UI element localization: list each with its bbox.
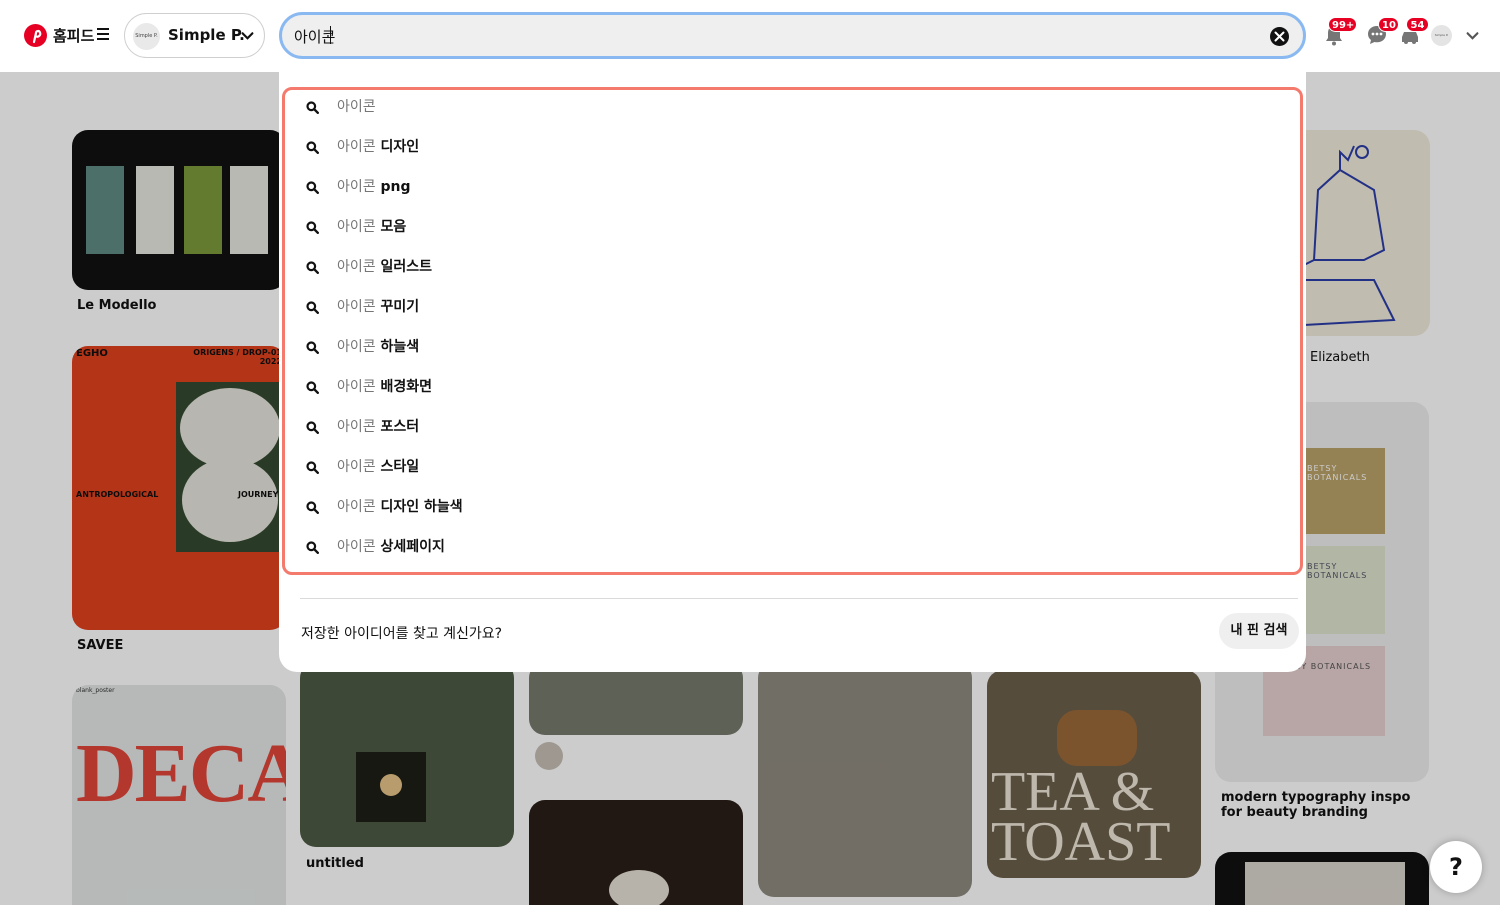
suggestion-item[interactable]: 아이콘 포스터 <box>279 407 1294 447</box>
saved-ideas-prompt: 저장한 아이디어를 찾고 계신가요? <box>301 626 503 642</box>
suggestion-text: 아이콘 상세페이지 <box>337 536 445 556</box>
suggestion-item[interactable]: 아이콘 하늘색 <box>279 327 1294 367</box>
suggestion-completion: 디자인 하늘색 <box>375 499 463 515</box>
suggestion-item[interactable]: 아이콘 <box>279 87 1294 127</box>
suggestion-base: 아이콘 <box>337 299 376 315</box>
search-input[interactable]: 아이콘 <box>279 12 1306 59</box>
suggestion-base: 아이콘 <box>337 179 376 195</box>
suggestion-text: 아이콘 꾸미기 <box>337 296 419 316</box>
search-icon <box>306 421 319 434</box>
suggestion-item[interactable]: 아이콘 배경화면 <box>279 367 1294 407</box>
suggestion-item[interactable]: 아이콘 꾸미기 <box>279 287 1294 327</box>
suggestion-text: 아이콘 디자인 <box>337 136 419 156</box>
search-icon <box>306 141 319 154</box>
chevron-down-icon <box>241 32 254 40</box>
suggestion-text: 아이콘 일러스트 <box>337 256 432 276</box>
updates-badge: 54 <box>1406 17 1429 32</box>
suggestion-completion: 포스터 <box>375 419 420 435</box>
help-button[interactable]: ? <box>1430 841 1482 893</box>
suggestion-text: 아이콘 <box>337 96 376 116</box>
search-suggestions-dropdown: 아이콘 아이콘 디자인 아이콘 png 아이콘 모음 아이콘 일러스트 아이콘 꾸미기 아이… <box>279 72 1306 672</box>
notifications-badge: 99+ <box>1328 17 1357 32</box>
suggestion-completion: 디자인 <box>375 139 420 155</box>
suggestion-completion: png <box>375 179 411 195</box>
text-caret <box>330 26 331 44</box>
suggestion-completion: 모음 <box>375 219 407 235</box>
search-icon <box>306 541 319 554</box>
account-name: Simple P. <box>168 26 245 44</box>
search-icon <box>306 221 319 234</box>
account-avatar: Simple P. <box>133 23 160 50</box>
suggestion-completion: 일러스트 <box>375 259 433 275</box>
suggestion-text: 아이콘 디자인 하늘색 <box>337 496 463 516</box>
suggestion-text: 아이콘 배경화면 <box>337 376 432 396</box>
suggestion-base: 아이콘 <box>337 259 376 275</box>
suggestion-base: 아이콘 <box>337 219 376 235</box>
search-my-pins-button[interactable]: 내 핀 검색 <box>1219 613 1299 649</box>
suggestion-base: 아이콘 <box>337 459 376 475</box>
suggestion-item[interactable]: 아이콘 디자인 <box>279 127 1294 167</box>
messages-badge: 10 <box>1378 17 1399 32</box>
suggestion-completion: 꾸미기 <box>375 299 420 315</box>
suggestion-item[interactable]: 아이콘 스타일 <box>279 447 1294 487</box>
suggestion-item[interactable]: 아이콘 일러스트 <box>279 247 1294 287</box>
suggestion-completion: 하늘색 <box>375 339 420 355</box>
search-icon <box>306 381 319 394</box>
home-feed-label[interactable]: 홈피드 <box>53 25 94 46</box>
top-header: 홈피드 Simple P. Simple P. 아이콘 99+ 10 54 Si… <box>0 0 1500 72</box>
suggestion-base: 아이콘 <box>337 379 376 395</box>
avatar[interactable]: Simple P. <box>1431 25 1452 46</box>
suggestion-text: 아이콘 하늘색 <box>337 336 419 356</box>
suggestion-completion: 상세페이지 <box>375 539 445 555</box>
suggestion-text: 아이콘 포스터 <box>337 416 419 436</box>
suggestion-completion: 배경화면 <box>375 379 433 395</box>
suggestion-item[interactable]: 아이콘 png <box>279 167 1294 207</box>
account-switcher[interactable]: Simple P. Simple P. <box>124 13 265 58</box>
search-icon <box>306 341 319 354</box>
suggestion-text: 아이콘 모음 <box>337 216 406 236</box>
menu-icon[interactable] <box>97 28 109 40</box>
suggestion-base: 아이콘 <box>337 99 376 115</box>
search-icon <box>306 181 319 194</box>
search-icon <box>306 301 319 314</box>
search-icon <box>306 101 319 114</box>
suggestion-item[interactable]: 아이콘 모음 <box>279 207 1294 247</box>
suggestion-item[interactable]: 아이콘 상세페이지 <box>279 527 1294 567</box>
search-icon <box>306 261 319 274</box>
suggestion-text: 아이콘 스타일 <box>337 456 419 476</box>
suggestion-base: 아이콘 <box>337 499 376 515</box>
suggestion-base: 아이콘 <box>337 539 376 555</box>
suggestion-text: 아이콘 png <box>337 176 411 196</box>
suggestion-base: 아이콘 <box>337 139 376 155</box>
clear-search-icon[interactable] <box>1270 27 1289 46</box>
suggestion-item[interactable]: 아이콘 디자인 하늘색 <box>279 487 1294 527</box>
suggestion-base: 아이콘 <box>337 339 376 355</box>
accounts-chevron-down-icon[interactable] <box>1466 29 1479 42</box>
suggestion-base: 아이콘 <box>337 419 376 435</box>
pinterest-logo-icon[interactable] <box>24 24 47 47</box>
suggestion-completion: 스타일 <box>375 459 420 475</box>
divider <box>300 598 1298 599</box>
search-icon <box>306 461 319 474</box>
search-icon <box>306 501 319 514</box>
